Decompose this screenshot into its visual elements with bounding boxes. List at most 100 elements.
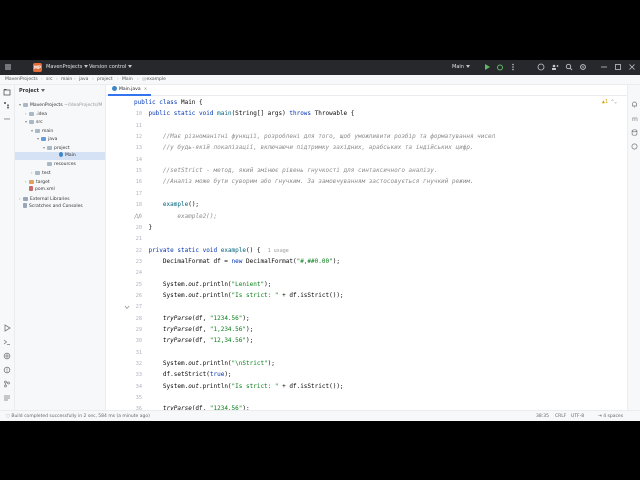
maven-icon[interactable]: m — [631, 115, 638, 122]
breadcrumb-separator: › — [92, 77, 94, 82]
problems-icon[interactable] — [3, 366, 11, 374]
chevron-down-icon[interactable]: ⌄ — [614, 99, 617, 105]
code-line[interactable]: } — [134, 224, 152, 231]
code-line[interactable]: //Аналіз може бути суворим або гнучким. … — [134, 178, 474, 185]
tree-item-project[interactable]: ▾ project — [43, 144, 70, 152]
line-number: 27 — [135, 304, 142, 311]
breadcrumb-separator: › — [117, 77, 119, 82]
tree-item-src[interactable]: ▾ src — [25, 118, 43, 126]
line-number: 35 — [135, 395, 142, 402]
breadcrumb-project-pkg[interactable]: project — [97, 77, 113, 82]
todo-icon[interactable] — [3, 394, 11, 402]
code-line[interactable]: //Має різноманітні функції, розроблені д… — [134, 133, 495, 140]
maven-file-icon — [29, 186, 33, 191]
tree-item-label: project — [54, 146, 70, 151]
project-view-icon[interactable] — [3, 88, 11, 96]
editor-tabs: Main.java × — [106, 85, 640, 96]
code-line[interactable]: DecimalFormat df = new DecimalFormat("#,… — [134, 258, 340, 265]
tree-item-label: Scratches and Consoles — [29, 204, 83, 209]
tree-item-test[interactable]: › test — [31, 169, 51, 177]
folder-icon — [35, 170, 40, 175]
database-icon[interactable] — [631, 129, 638, 136]
services-icon[interactable] — [3, 352, 11, 360]
tab-label: Main.java — [119, 87, 141, 92]
code-line[interactable]: tryParse(df, "1,234.56"); — [134, 326, 253, 333]
code-line[interactable]: private static void example() { 1 usage — [134, 247, 288, 254]
run-config-selector[interactable]: Main — [452, 64, 470, 70]
notifications-icon[interactable] — [631, 101, 638, 108]
caret-position[interactable]: 38:35 — [536, 414, 549, 419]
code-with-me-icon[interactable] — [551, 63, 559, 71]
tree-item-scratches[interactable]: Scratches and Consoles — [23, 203, 83, 211]
code-line[interactable]: //setStrict - метод, який змінює рівень … — [134, 167, 438, 174]
code-line[interactable]: public static void main(String[] args) t… — [134, 110, 354, 117]
code-line[interactable]: //у будь-якій локалізації, включаючи під… — [134, 144, 474, 151]
code-line[interactable]: df.setStrict(true); — [134, 371, 232, 378]
inspection-widget[interactable]: ▲1 ⌃⌄ — [602, 99, 617, 105]
class-icon — [59, 152, 63, 157]
more-tools-icon[interactable] — [3, 115, 11, 123]
run-tool-icon[interactable] — [3, 324, 11, 332]
code-line[interactable]: // example2(); — [134, 213, 217, 220]
line-separator[interactable]: CRLF — [555, 414, 566, 419]
project-panel: Project ▾ MavenProjects ~/IdeaProjects/M … — [15, 85, 106, 411]
indent-setting[interactable]: ⇥ 4 spaces — [598, 414, 623, 419]
breadcrumb-main-class[interactable]: Main — [122, 77, 133, 82]
code-line[interactable]: System.out.println("Is strict: " + df.is… — [134, 292, 344, 299]
breadcrumb-main[interactable]: main — [61, 77, 72, 82]
breadcrumb-src[interactable]: src — [46, 77, 53, 82]
code-editor[interactable]: ▲1 ⌃⌄ public class Main {10 public stati… — [106, 96, 627, 412]
status-message[interactable]: ◌ Build completed successfully in 2 sec,… — [6, 414, 150, 419]
ai-assistant-icon[interactable] — [537, 63, 545, 71]
code-line[interactable]: System.out.println("Is strict: " + df.is… — [134, 383, 344, 390]
breadcrumb-java[interactable]: java — [79, 77, 88, 82]
settings-gear-icon[interactable] — [579, 63, 587, 71]
code-line[interactable]: System.out.println("\nStrict"); — [134, 360, 275, 367]
tree-item-label: target — [36, 180, 50, 185]
tab-main-java[interactable]: Main.java × — [108, 85, 152, 96]
tree-item-label: resources — [54, 162, 76, 167]
file-encoding[interactable]: UTF-8 — [571, 414, 584, 419]
code-line[interactable]: tryParse(df, "12,34.56"); — [134, 337, 253, 344]
code-line[interactable]: tryParse(df, "1234.56"); — [134, 315, 250, 322]
maximize-icon[interactable] — [614, 63, 622, 71]
code-line[interactable]: example(); — [134, 201, 199, 208]
minimize-icon[interactable] — [600, 63, 608, 71]
vcs-label: Version control — [89, 64, 127, 70]
terminal-icon[interactable] — [3, 338, 11, 346]
close-icon[interactable] — [628, 63, 636, 71]
git-icon[interactable] — [3, 380, 11, 388]
project-badge[interactable]: MP — [33, 63, 42, 72]
tree-item-pom[interactable]: pom.xml — [29, 186, 55, 194]
panel-title[interactable]: Project — [19, 88, 46, 94]
run-icon[interactable] — [483, 63, 491, 71]
search-icon[interactable] — [565, 63, 573, 71]
code-line[interactable]: System.out.println("Lenient"); — [134, 281, 271, 288]
status-message-text: Build completed successfully in 2 sec, 5… — [11, 414, 150, 419]
vcs-widget[interactable]: Version control — [89, 64, 133, 70]
tree-item-external-libraries[interactable]: › External Libraries — [19, 195, 70, 203]
tree-item-idea[interactable]: › .idea — [25, 110, 47, 118]
breadcrumb-project[interactable]: MavenProjects — [5, 77, 38, 82]
tree-item-target[interactable]: › target — [25, 178, 50, 186]
project-switcher[interactable]: MavenProjects — [46, 64, 89, 70]
line-number: 14 — [135, 156, 142, 163]
ai-chat-icon[interactable] — [631, 143, 638, 150]
tree-item-root[interactable]: ▾ MavenProjects ~/IdeaProjects/M — [19, 101, 102, 109]
structure-icon[interactable] — [3, 101, 11, 109]
tree-item-main-class[interactable]: Main — [15, 152, 105, 160]
debug-icon[interactable] — [496, 63, 504, 71]
tree-item-label: External Libraries — [30, 197, 70, 202]
right-tool-strip: m — [627, 85, 640, 411]
line-number: 21 — [135, 236, 142, 243]
code-line[interactable]: public class Main { — [134, 99, 203, 106]
run-config-label: Main — [452, 64, 464, 70]
tree-item-label: pom.xml — [35, 187, 55, 192]
breadcrumb-method[interactable]: @example — [142, 77, 166, 82]
more-actions-icon[interactable] — [509, 63, 517, 71]
tree-item-main[interactable]: ▾ main — [31, 127, 53, 135]
main-menu-icon[interactable] — [4, 63, 12, 71]
tree-item-resources[interactable]: resources — [43, 161, 76, 169]
tree-item-java[interactable]: ▾ java — [37, 135, 57, 143]
close-tab-icon[interactable]: × — [144, 87, 148, 92]
